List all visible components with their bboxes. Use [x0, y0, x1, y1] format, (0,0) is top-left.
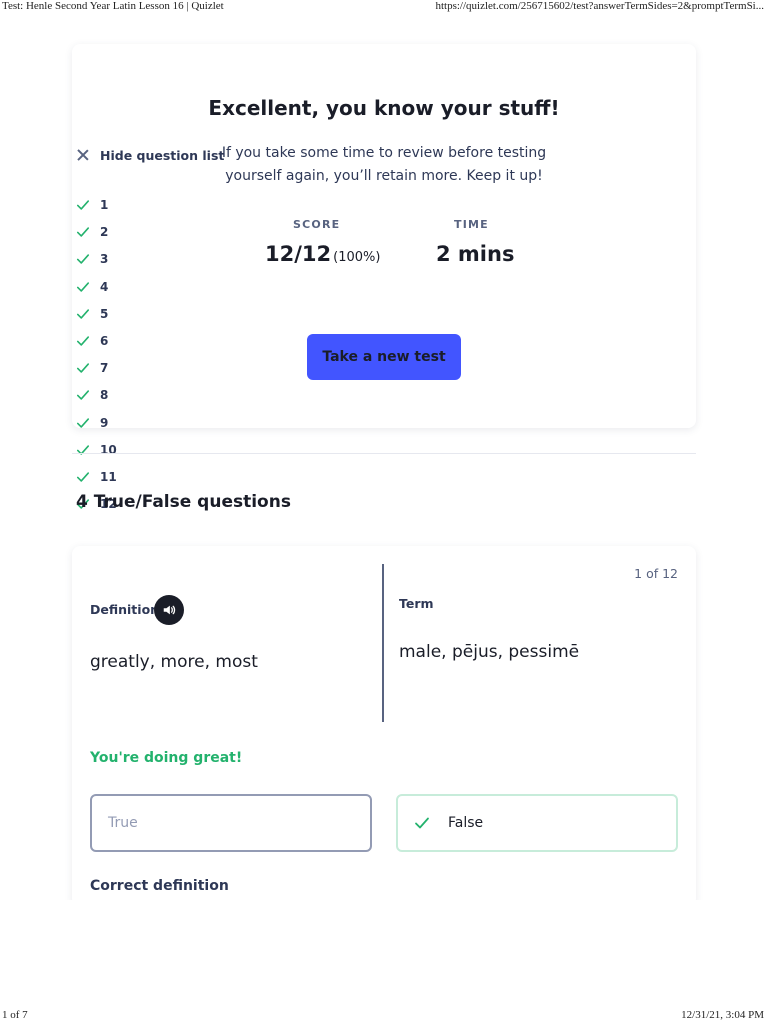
question-counter: 1 of 12: [634, 566, 678, 581]
question-list-item[interactable]: 4: [76, 277, 108, 297]
score-percent: (100%): [333, 250, 381, 265]
audio-button[interactable]: [154, 595, 184, 625]
print-header: Test: Henle Second Year Latin Lesson 16 …: [0, 0, 768, 16]
time-value: 2 mins: [436, 242, 515, 266]
term-text: male, pējus, pessimē: [399, 642, 580, 662]
hide-question-list-toggle[interactable]: Hide question list: [76, 145, 224, 165]
question-number: 6: [100, 334, 109, 348]
question-number: 11: [100, 470, 117, 484]
question-number: 1: [100, 198, 109, 212]
question-list-item[interactable]: 5: [76, 304, 108, 324]
results-subtext: If you take some time to review before t…: [221, 145, 547, 184]
score-label: SCORE: [293, 218, 341, 231]
speaker-icon: [163, 605, 176, 615]
check-icon: [76, 227, 90, 237]
question-card: 1 of 12 Definition greatly, more, most T…: [72, 546, 696, 906]
time-label: TIME: [454, 218, 489, 231]
score-value: 12/12 (100%): [265, 242, 380, 266]
print-page-number: 1 of 7: [2, 1009, 28, 1021]
definition-label: Definition: [90, 602, 160, 617]
results-card: Excellent, you know your stuff! If you t…: [72, 44, 696, 428]
question-list-item[interactable]: 9: [76, 413, 108, 433]
question-number: 10: [100, 442, 117, 457]
check-icon: [76, 417, 90, 428]
option-true[interactable]: True: [90, 794, 372, 852]
question-list-item[interactable]: 6: [76, 331, 108, 351]
check-icon: [76, 200, 90, 210]
option-false-label: False: [448, 815, 484, 831]
check-icon: [76, 390, 90, 401]
question-number: 9: [100, 415, 109, 430]
page-break-area: [0, 900, 768, 1005]
feedback-message: You're doing great!: [90, 750, 243, 766]
question-number: 8: [100, 388, 109, 403]
question-list-item[interactable]: 11: [76, 467, 117, 487]
check-icon: [76, 445, 90, 455]
check-icon: [415, 817, 429, 829]
question-number: 2: [100, 225, 109, 240]
question-number: 5: [100, 306, 109, 321]
check-icon: [76, 281, 90, 292]
question-number: 3: [100, 252, 109, 267]
check-icon: [76, 254, 90, 265]
hide-question-list-label: Hide question list: [100, 147, 225, 163]
question-list-item[interactable]: 1: [76, 195, 108, 215]
section-divider: [72, 453, 696, 454]
definition-text: greatly, more, most: [90, 652, 258, 672]
option-false[interactable]: False: [396, 794, 678, 852]
question-list-item[interactable]: 8: [76, 385, 108, 405]
option-true-label: True: [108, 815, 138, 831]
print-footer: 1 of 7 12/31/21, 3:04 PM: [0, 1009, 768, 1024]
check-icon: [76, 336, 90, 346]
question-list-item[interactable]: 2: [76, 222, 108, 242]
print-datetime: 12/31/21, 3:04 PM: [681, 1009, 764, 1021]
print-page-url: https://quizlet.com/256715602/test?answe…: [435, 0, 764, 12]
term-label: Term: [399, 596, 434, 611]
check-icon: [76, 309, 90, 319]
question-list-item[interactable]: 3: [76, 249, 108, 269]
results-headline: Excellent, you know your stuff!: [208, 96, 560, 120]
print-page-title: Test: Henle Second Year Latin Lesson 16 …: [2, 0, 224, 12]
vertical-divider: [382, 564, 384, 722]
close-icon: [76, 148, 90, 162]
question-number: 7: [100, 361, 109, 376]
check-icon: [76, 472, 90, 482]
take-new-test-button[interactable]: Take a new test: [307, 334, 461, 380]
check-icon: [76, 363, 90, 373]
correct-definition-label: Correct definition: [90, 878, 229, 894]
score-fraction: 12/12: [265, 242, 332, 266]
question-list-item[interactable]: 7: [76, 358, 108, 378]
question-number: 4: [100, 279, 109, 294]
question-list-item[interactable]: 10: [76, 440, 117, 460]
section-title: 4 True/False questions: [76, 492, 291, 512]
